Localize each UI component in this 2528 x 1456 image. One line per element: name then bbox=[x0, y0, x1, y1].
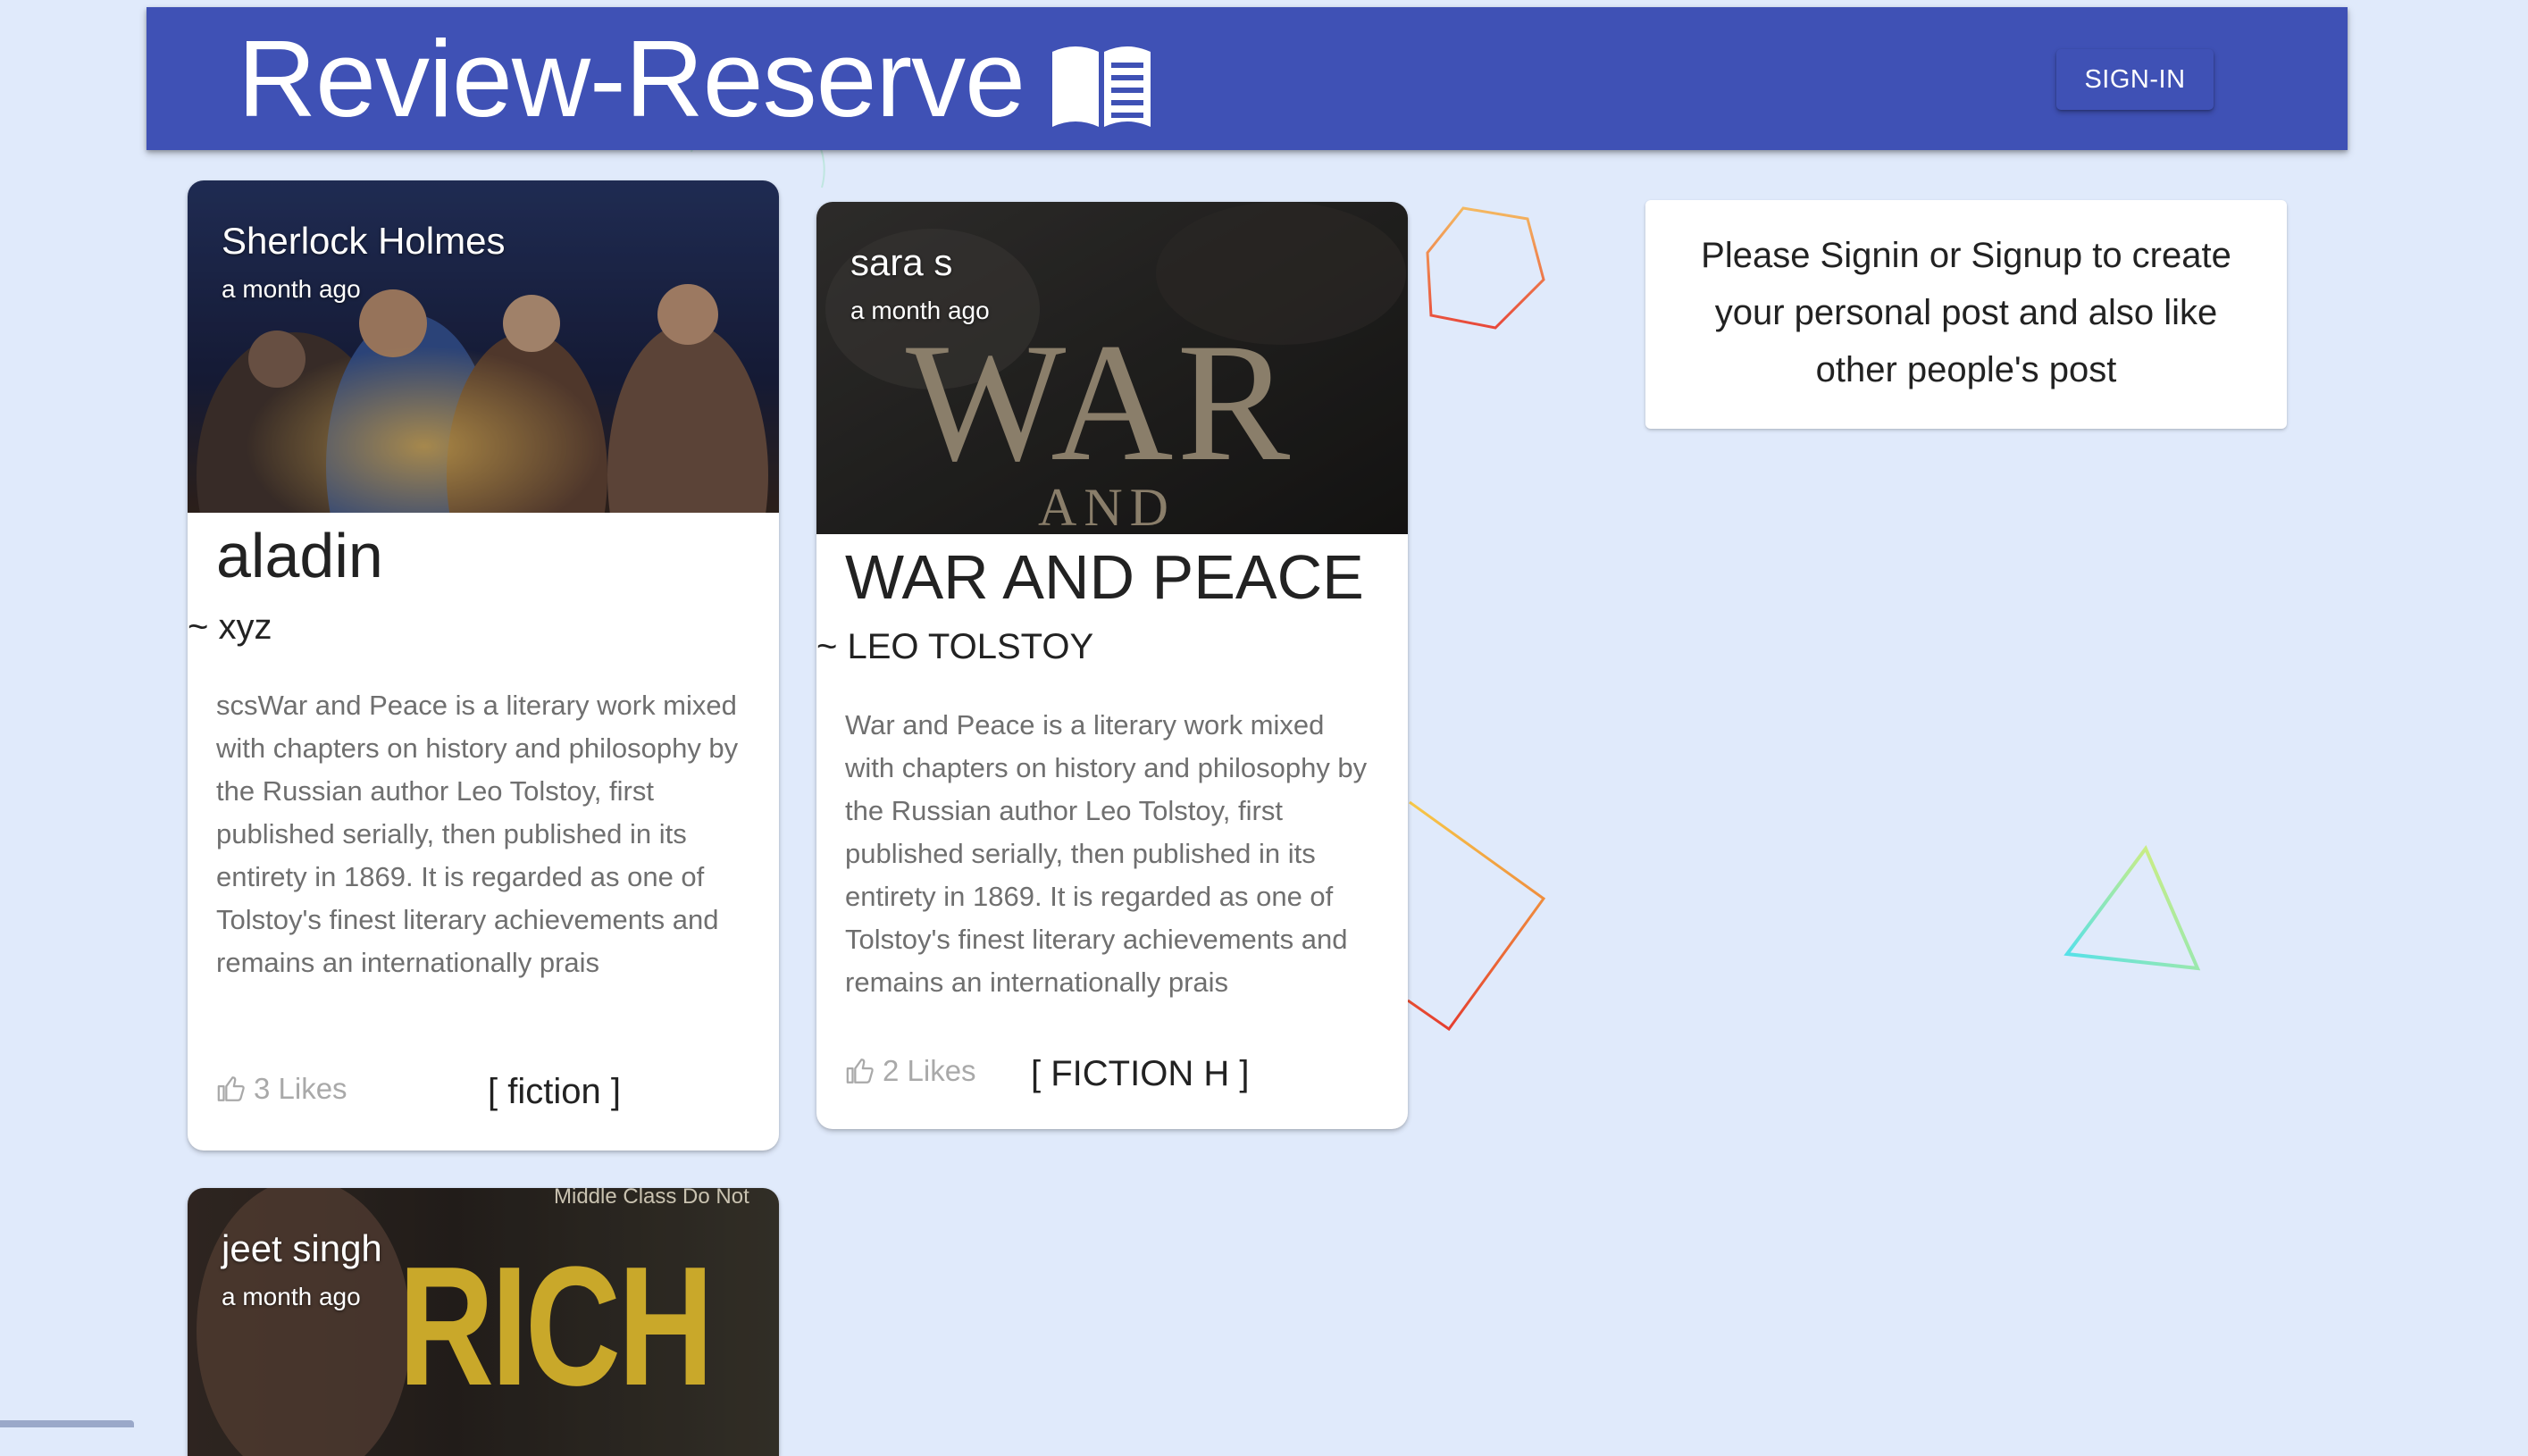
genre-tag: [ FICTION H ] bbox=[1031, 1054, 1250, 1093]
like-count: 2 Likes bbox=[883, 1054, 976, 1087]
cover-title-and: AND bbox=[1038, 478, 1176, 534]
post-cover-image: WAR AND sara s a month ago bbox=[816, 202, 1408, 534]
sign-in-button[interactable]: SIGN-IN bbox=[2056, 49, 2214, 110]
horizontal-scrollbar[interactable] bbox=[0, 1420, 134, 1427]
open-book-icon bbox=[1052, 46, 1151, 127]
post-timestamp: a month ago bbox=[222, 1283, 361, 1310]
post-cover-image: Sherlock Holmes a month ago bbox=[188, 180, 779, 513]
post-excerpt: War and Peace is a literary work mixed w… bbox=[845, 709, 1368, 998]
diamond-outline-decoration bbox=[1407, 800, 1546, 1032]
post-author-name: Sherlock Holmes bbox=[222, 220, 506, 262]
post-card: Sherlock Holmes a month ago aladin ~ xyz… bbox=[188, 180, 779, 1151]
post-author-name: sara s bbox=[850, 241, 953, 283]
like-count: 3 Likes bbox=[254, 1072, 347, 1105]
post-timestamp: a month ago bbox=[850, 297, 990, 324]
book-author: ~ LEO TOLSTOY bbox=[816, 627, 1094, 666]
cover-tagline: Middle Class Do Not bbox=[554, 1188, 749, 1209]
signin-prompt-card: Please Signin or Signup to create your p… bbox=[1645, 200, 2287, 429]
thumbs-up-icon bbox=[846, 1059, 874, 1084]
signin-prompt-text: Please Signin or Signup to create your p… bbox=[1701, 236, 2231, 389]
hexagon-outline-decoration bbox=[1426, 206, 1545, 330]
book-title: aladin bbox=[216, 521, 383, 590]
like-button[interactable]: 2 Likes bbox=[845, 1054, 976, 1088]
post-card: Middle Class Do Not RICH jeet singh a mo… bbox=[188, 1188, 779, 1456]
cover-title-rich: RICH bbox=[398, 1232, 714, 1421]
post-excerpt: scsWar and Peace is a literary work mixe… bbox=[216, 690, 739, 978]
book-title: WAR AND PEACE bbox=[845, 542, 1364, 612]
book-author: ~ xyz bbox=[188, 607, 272, 647]
like-button[interactable]: 3 Likes bbox=[216, 1072, 347, 1106]
thumbs-up-icon bbox=[217, 1076, 245, 1101]
post-card: WAR AND sara s a month ago WAR AND PEACE… bbox=[816, 202, 1408, 1129]
post-author-name: jeet singh bbox=[222, 1227, 382, 1269]
cover-title-war: WAR bbox=[906, 309, 1294, 497]
app-header: Review-Reserve SIGN-IN bbox=[146, 7, 2348, 150]
triangle-outline-decoration bbox=[2063, 845, 2201, 971]
post-cover-image: Middle Class Do Not RICH jeet singh a mo… bbox=[188, 1188, 779, 1456]
app-title[interactable]: Review-Reserve bbox=[238, 16, 1025, 141]
genre-tag: [ fiction ] bbox=[488, 1072, 621, 1111]
post-timestamp: a month ago bbox=[222, 275, 361, 303]
